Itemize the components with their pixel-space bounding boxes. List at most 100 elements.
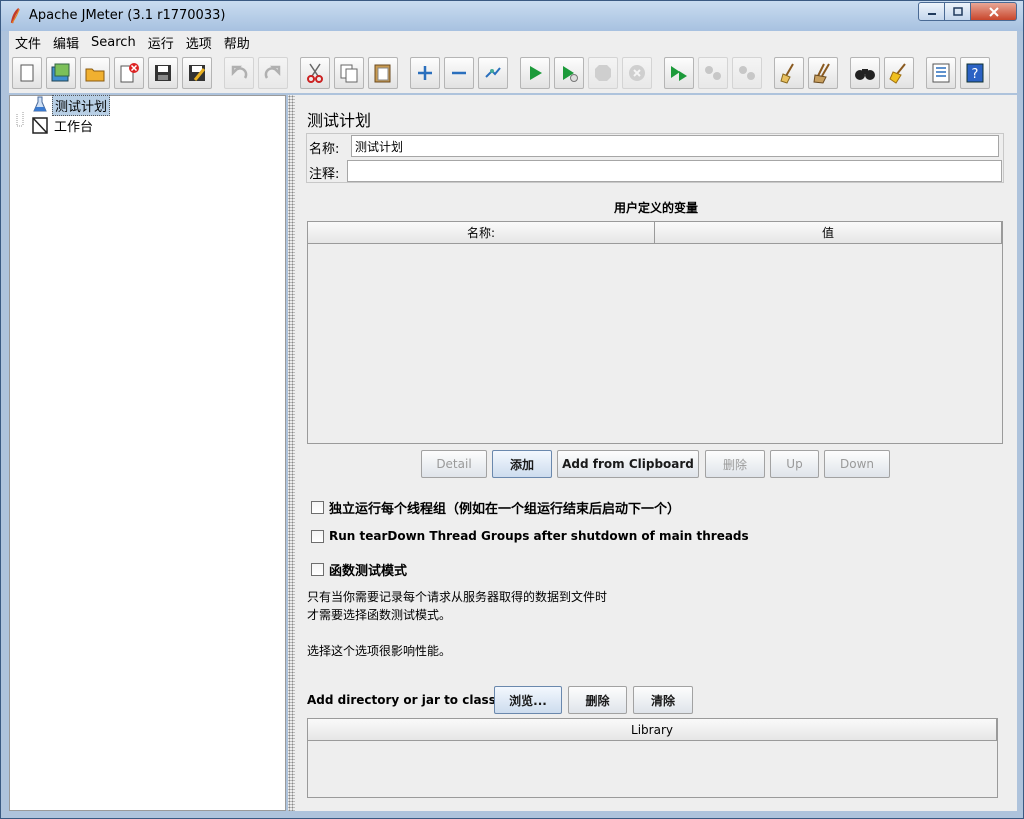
expand-icon (418, 66, 432, 80)
add-button[interactable]: 添加 (492, 450, 552, 478)
clear-all-button[interactable] (808, 57, 838, 89)
close-file-button[interactable] (114, 57, 144, 89)
maximize-icon (952, 6, 963, 16)
teardown-label: Run tearDown Thread Groups after shutdow… (329, 529, 749, 543)
functional-note-line1: 只有当你需要记录每个请求从服务器取得的数据到文件时 (307, 590, 608, 604)
user-variables-table[interactable]: 名称: 值 (307, 221, 1003, 444)
redo-button[interactable] (258, 57, 288, 89)
column-header-name[interactable]: 名称: (308, 222, 655, 244)
functional-mode-checkbox[interactable] (311, 563, 324, 576)
detail-button[interactable]: Detail (421, 450, 487, 478)
undo-button[interactable] (224, 57, 254, 89)
minimize-button[interactable] (918, 2, 945, 21)
test-plan-editor: 测试计划 名称: 注释: 用户定义的变量 名称: 值 Detail 添加 Add… (295, 95, 1017, 811)
pane-splitter[interactable] (288, 95, 295, 811)
remote-stop-icon (705, 66, 721, 80)
search-icon (855, 69, 875, 80)
function-helper-button[interactable] (926, 57, 956, 89)
save-button[interactable] (148, 57, 178, 89)
open-button[interactable] (80, 57, 110, 89)
close-icon (988, 6, 999, 17)
templates-icon (51, 63, 70, 82)
menu-run[interactable]: 运行 (142, 33, 180, 52)
functional-mode-option[interactable]: 函数测试模式 (311, 560, 407, 579)
menu-edit[interactable]: 编辑 (47, 33, 85, 52)
help-icon: ? (966, 63, 984, 83)
copy-icon (340, 64, 358, 83)
serialize-label: 独立运行每个线程组（例如在一个组运行结束后启动下一个） (329, 502, 681, 517)
expand-button[interactable] (410, 57, 440, 89)
remote-shutdown-button[interactable] (732, 57, 762, 89)
function-helper-icon (932, 63, 950, 83)
maximize-button[interactable] (945, 2, 971, 21)
move-down-button[interactable]: Down (824, 450, 890, 478)
functional-mode-label: 函数测试模式 (329, 564, 408, 579)
copy-button[interactable] (334, 57, 364, 89)
templates-button[interactable] (46, 57, 76, 89)
menu-help[interactable]: 帮助 (218, 33, 256, 52)
redo-icon (264, 65, 281, 79)
collapse-button[interactable] (444, 57, 474, 89)
column-header-library[interactable]: Library (308, 719, 997, 741)
name-input[interactable] (351, 135, 999, 157)
teardown-checkbox[interactable] (311, 529, 324, 543)
jmeter-feather-icon (10, 8, 20, 24)
delete-variable-button[interactable]: 删除 (705, 450, 765, 478)
window-controls (918, 2, 1017, 21)
add-from-clipboard-button[interactable]: Add from Clipboard (557, 450, 699, 478)
shutdown-icon (629, 65, 645, 81)
cut-button[interactable] (300, 57, 330, 89)
stop-button[interactable] (588, 57, 618, 89)
column-header-value[interactable]: 值 (655, 222, 1002, 244)
start-no-pause-button[interactable] (554, 57, 584, 89)
remote-start-icon (671, 66, 687, 81)
test-plan-tree[interactable]: 测试计划 工作台 (9, 94, 286, 811)
svg-text:?: ? (972, 67, 979, 82)
delete-classpath-button[interactable]: 删除 (568, 686, 627, 714)
serialize-thread-groups-option[interactable]: 独立运行每个线程组（例如在一个组运行结束后启动下一个） (311, 498, 680, 517)
jmeter-window: Apache JMeter (3.1 r1770033) 文件 编辑 Searc… (0, 0, 1024, 819)
remote-shutdown-icon (739, 66, 755, 80)
new-button[interactable] (12, 57, 42, 89)
reset-search-button[interactable] (884, 57, 914, 89)
paste-icon (374, 64, 391, 83)
move-up-button[interactable]: Up (770, 450, 819, 478)
title-bar: Apache JMeter (3.1 r1770033) (1, 1, 1023, 31)
page-title: 测试计划 (307, 111, 372, 130)
functional-note-line2: 才需要选择函数测试模式。 (307, 608, 452, 622)
menu-options[interactable]: 选项 (180, 33, 218, 52)
help-button[interactable]: ? (960, 57, 990, 89)
paste-button[interactable] (368, 57, 398, 89)
start-no-pause-icon (563, 66, 578, 82)
user-variables-title: 用户定义的变量 (613, 201, 698, 215)
menu-file[interactable]: 文件 (9, 33, 47, 52)
shutdown-button[interactable] (622, 57, 652, 89)
minimize-icon (927, 12, 936, 15)
remote-stop-button[interactable] (698, 57, 728, 89)
menu-search[interactable]: Search (85, 35, 142, 50)
search-button[interactable] (850, 57, 880, 89)
name-comment-fields: 名称: 注释: (306, 133, 1004, 183)
window-title: Apache JMeter (3.1 r1770033) (29, 8, 226, 23)
browse-button[interactable]: 浏览... (494, 686, 562, 714)
teardown-option[interactable]: Run tearDown Thread Groups after shutdow… (311, 529, 749, 543)
start-button[interactable] (520, 57, 550, 89)
close-button[interactable] (971, 2, 1017, 21)
clear-all-icon (813, 63, 830, 84)
start-icon (530, 66, 542, 80)
comment-input[interactable] (347, 160, 1002, 182)
name-label: 名称: (309, 142, 340, 157)
tree-item-label: 测试计划 (52, 94, 111, 116)
classpath-library-table[interactable]: Library (307, 718, 998, 798)
serialize-checkbox[interactable] (311, 501, 324, 514)
new-icon (20, 64, 34, 82)
clear-classpath-button[interactable]: 清除 (633, 686, 693, 714)
tree-item-test-plan[interactable]: 测试计划 (32, 94, 111, 116)
stop-icon (595, 65, 611, 81)
save-as-icon (189, 65, 206, 81)
clear-button[interactable] (774, 57, 804, 89)
save-as-button[interactable] (182, 57, 212, 89)
toggle-button[interactable] (478, 57, 508, 89)
tree-item-workbench[interactable]: 工作台 (32, 116, 95, 135)
remote-start-button[interactable] (664, 57, 694, 89)
